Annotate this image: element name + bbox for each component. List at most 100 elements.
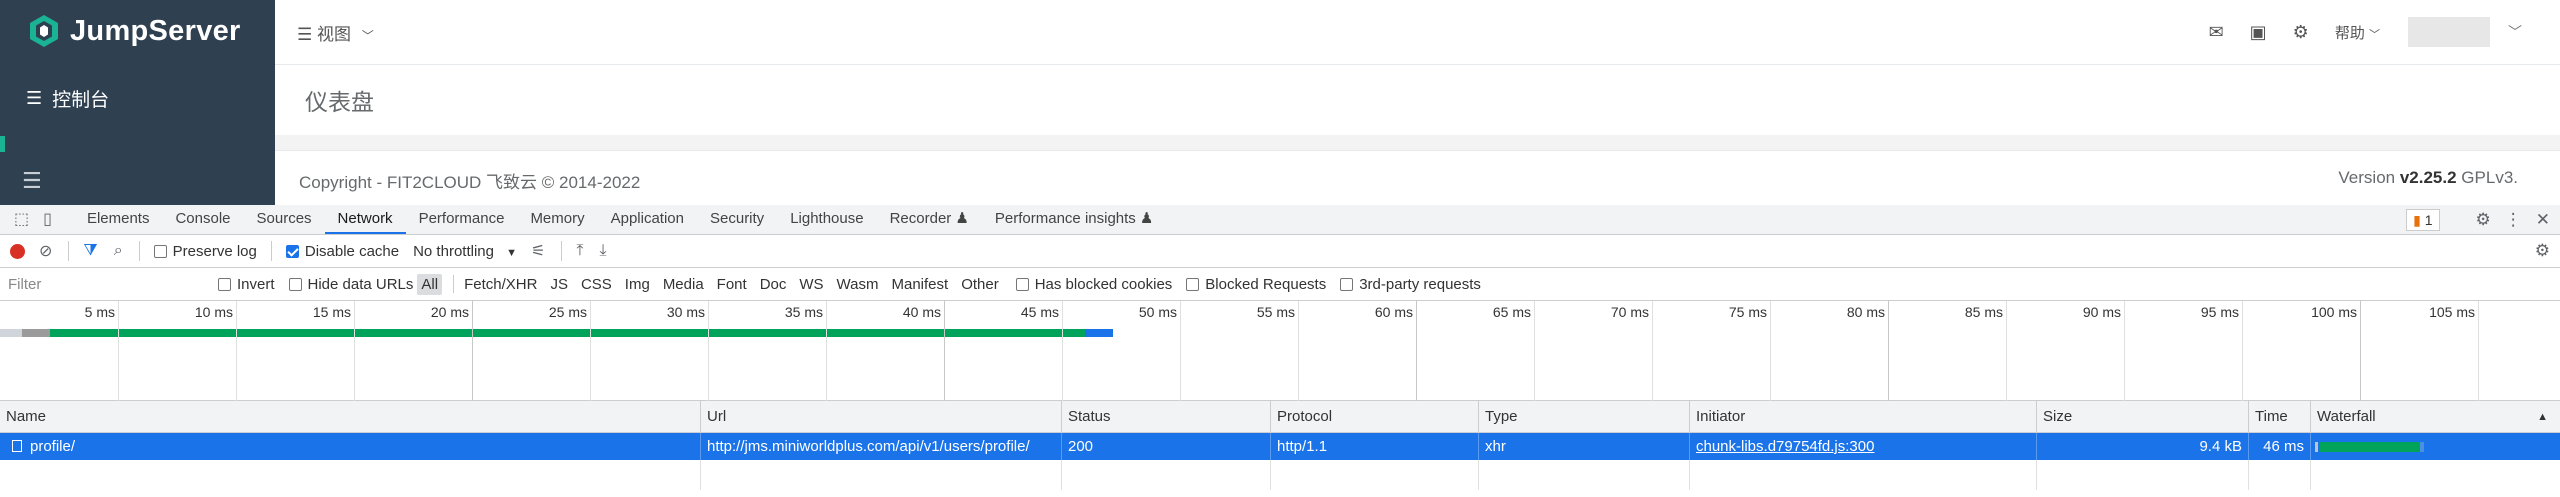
device-toolbar-icon[interactable]: ▯ <box>43 209 52 229</box>
collapse-menu-icon[interactable]: ☰ <box>22 168 42 194</box>
record-button[interactable] <box>10 243 25 259</box>
version: Version v2.25.2 GPLv3. <box>2338 168 2518 188</box>
sidebar-item-label: 控制台 <box>52 89 110 111</box>
third-party-requests-checkbox[interactable]: 3rd-party requests <box>1340 276 1481 293</box>
filter-type-css[interactable]: CSS <box>577 274 616 295</box>
warning-icon: ▮ <box>2413 212 2421 228</box>
tab-network[interactable]: Network <box>324 204 406 234</box>
has-blocked-cookies-checkbox[interactable]: Has blocked cookies <box>1015 276 1172 293</box>
overview-tick-label: 40 ms <box>902 304 941 320</box>
overview-tick <box>1652 301 1653 401</box>
filter-type-manifest[interactable]: Manifest <box>888 274 953 295</box>
empty-rows <box>0 460 2560 490</box>
overview-tick <box>472 301 473 401</box>
filter-icon[interactable]: ⧩ <box>83 242 97 260</box>
tab-application[interactable]: Application <box>598 204 697 234</box>
tab-recorder[interactable]: Recorder ♟ <box>877 204 982 234</box>
row-protocol: http/1.1 <box>1270 433 1478 460</box>
network-toolbar: ⊘ ⧩ ⌕ Preserve log Disable cache No thro… <box>0 235 2560 268</box>
view-menu-label: 视图 <box>316 25 351 44</box>
column-initiator[interactable]: Initiator <box>1689 401 2036 433</box>
column-time[interactable]: Time <box>2248 401 2310 433</box>
column-waterfall[interactable]: Waterfall ▲ <box>2310 401 2560 433</box>
avatar[interactable] <box>2408 17 2490 47</box>
waterfall-bar-waiting <box>2320 442 2420 452</box>
filter-type-js[interactable]: JS <box>546 274 572 295</box>
clear-icon[interactable]: ⊘ <box>39 241 52 261</box>
filter-type-fetch-xhr[interactable]: Fetch/XHR <box>460 274 541 295</box>
overview-tick <box>590 301 591 401</box>
tab-elements[interactable]: Elements <box>74 204 163 234</box>
search-icon[interactable]: ⌕ <box>114 242 123 260</box>
column-name[interactable]: Name <box>0 401 700 433</box>
tab-memory[interactable]: Memory <box>517 204 597 234</box>
devtools-tabbar: ⬚ ▯ Elements Console Sources Network Per… <box>0 205 2560 235</box>
help-menu[interactable]: 帮助 ﹀ <box>2335 22 2380 43</box>
sidebar-item-dashboard[interactable]: ☰ 控制台 <box>0 80 275 116</box>
table-row[interactable]: profile/ http://jms.miniworldplus.com/ap… <box>0 433 2560 460</box>
invert-label: Invert <box>237 275 275 293</box>
filter-type-ws[interactable]: WS <box>795 274 827 295</box>
tab-sources[interactable]: Sources <box>244 204 325 234</box>
network-overview-timeline[interactable]: 5 ms 10 ms 15 ms 20 ms 25 ms 30 ms 35 ms 40 ms 4… <box>0 301 2560 401</box>
requests-table-header: Name Url Status Protocol Type Initiator … <box>0 401 2560 433</box>
overview-tick <box>1534 301 1535 401</box>
throttling-select[interactable]: No throttling ▼ <box>413 243 517 260</box>
column-url[interactable]: Url <box>700 401 1061 433</box>
gear-icon[interactable]: ⚙ <box>2293 22 2309 43</box>
close-icon[interactable]: ✕ <box>2536 210 2550 230</box>
filter-type-media[interactable]: Media <box>659 274 708 295</box>
mail-icon[interactable]: ✉ <box>2209 22 2224 43</box>
column-size[interactable]: Size <box>2036 401 2248 433</box>
issues-badge[interactable]: ▮ 1 <box>2406 209 2440 231</box>
column-status[interactable]: Status <box>1061 401 1270 433</box>
invert-checkbox[interactable]: Invert <box>218 276 275 293</box>
inspect-element-icon[interactable]: ⬚ <box>14 209 29 229</box>
overview-tick <box>2242 301 2243 401</box>
filter-type-other[interactable]: Other <box>957 274 1003 295</box>
overview-tick <box>236 301 237 401</box>
column-protocol[interactable]: Protocol <box>1270 401 1478 433</box>
checkbox-icon <box>288 277 302 291</box>
network-conditions-icon[interactable]: ⚟ <box>531 241 545 261</box>
checkbox-icon <box>1186 277 1200 291</box>
export-har-icon[interactable]: ⤓ <box>599 242 606 260</box>
view-menu[interactable]: ☰ 视图 ﹀ <box>297 20 374 45</box>
more-options-icon[interactable]: ⋮ <box>2505 210 2522 230</box>
row-status: 200 <box>1061 433 1270 460</box>
copyright: Copyright - FIT2CLOUD 飞致云 © 2014-2022 <box>299 173 641 192</box>
tab-console[interactable]: Console <box>162 204 243 234</box>
logo[interactable]: JumpServer <box>0 0 275 62</box>
overview-tick <box>826 301 827 401</box>
initiator-link[interactable]: chunk-libs.d79754fd.js:300 <box>1696 438 1874 455</box>
filter-type-doc[interactable]: Doc <box>756 274 791 295</box>
overview-tick <box>708 301 709 401</box>
filter-type-wasm[interactable]: Wasm <box>833 274 883 295</box>
terminal-icon[interactable]: ▣ <box>2250 22 2267 43</box>
preserve-log-checkbox[interactable]: Preserve log <box>153 243 257 260</box>
tab-performance[interactable]: Performance <box>406 204 518 234</box>
hide-data-urls-checkbox[interactable]: Hide data URLs <box>288 276 413 293</box>
tab-lighthouse[interactable]: Lighthouse <box>777 204 876 234</box>
version-suffix: GPLv3. <box>2456 168 2518 187</box>
disable-cache-checkbox[interactable]: Disable cache <box>285 243 399 260</box>
blocked-requests-checkbox[interactable]: Blocked Requests <box>1186 276 1326 293</box>
divider <box>700 460 701 490</box>
overview-tick <box>2360 301 2361 401</box>
column-type[interactable]: Type <box>1478 401 1689 433</box>
row-size: 9.4 kB <box>2036 433 2248 460</box>
user-chevron-down-icon[interactable]: ﹀ <box>2508 22 2522 42</box>
overview-tick-label: 95 ms <box>2200 304 2239 320</box>
active-indicator <box>0 136 5 152</box>
network-settings-icon[interactable]: ⚙ <box>2535 241 2550 261</box>
import-har-icon[interactable]: ⤒ <box>576 242 583 260</box>
settings-gear-icon[interactable]: ⚙ <box>2476 210 2491 230</box>
tab-security[interactable]: Security <box>697 204 777 234</box>
filter-type-all[interactable]: All <box>417 273 443 295</box>
filter-type-img[interactable]: Img <box>621 274 654 295</box>
overview-bar-stalled <box>22 329 50 337</box>
filter-type-font[interactable]: Font <box>713 274 751 295</box>
blocked-requests-label: Blocked Requests <box>1205 275 1327 293</box>
filter-input[interactable]: Filter <box>6 273 218 296</box>
tab-performance-insights[interactable]: Performance insights ♟ <box>982 204 1167 234</box>
